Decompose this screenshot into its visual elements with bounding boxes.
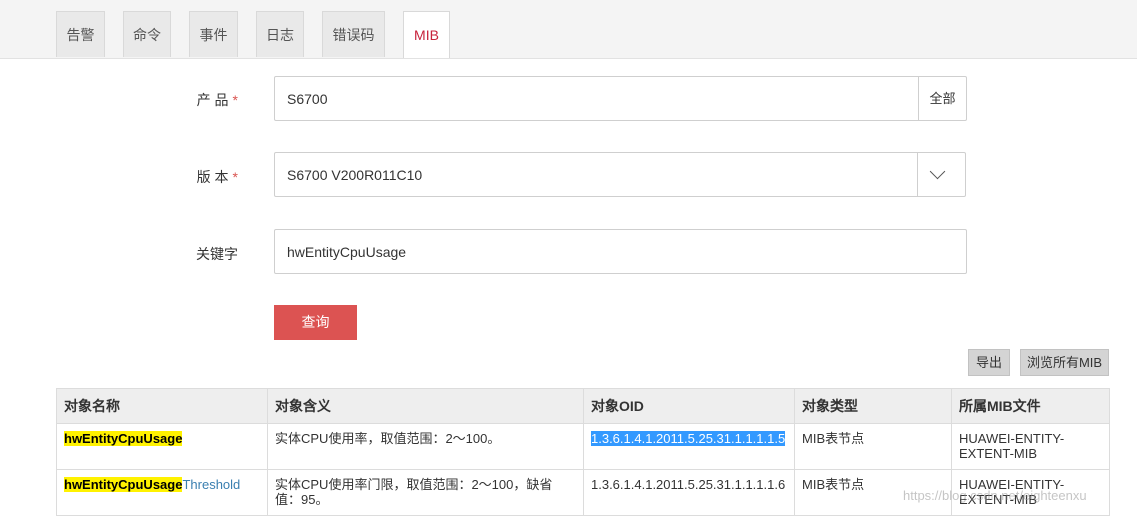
table-header-row: 对象名称 对象含义 对象OID 对象类型 所属MIB文件 [56, 388, 1110, 424]
object-mib-file: HUAWEI-ENTITY-EXTENT-MIB [951, 423, 1110, 470]
header-mib-file: 所属MIB文件 [951, 388, 1110, 424]
version-label-text: 版 本 [196, 169, 229, 185]
tab-bar: 告警 命令 事件 日志 错误码 MIB [0, 0, 1137, 59]
product-required-mark: * [232, 92, 238, 108]
tab-log[interactable]: 日志 [256, 11, 304, 57]
keyword-input[interactable]: hwEntityCpuUsage [274, 229, 967, 274]
tab-error-code[interactable]: 错误码 [322, 11, 385, 57]
tab-mib[interactable]: MIB [403, 11, 450, 58]
version-required-mark: * [232, 169, 238, 185]
object-name-link[interactable]: hwEntityCpuUsageThreshold [56, 469, 268, 516]
keyword-highlight: hwEntityCpuUsage [64, 477, 183, 492]
object-oid: 1.3.6.1.4.1.2011.5.25.31.1.1.1.1.6 [583, 469, 795, 516]
selected-oid-text: 1.3.6.1.4.1.2011.5.25.31.1.1.1.1.5 [591, 431, 786, 446]
object-meaning: 实体CPU使用率门限，取值范围：2～100，缺省值：95。 [267, 469, 584, 516]
keyword-label: 关键字 [148, 244, 238, 264]
header-object-name: 对象名称 [56, 388, 268, 424]
tab-command[interactable]: 命令 [123, 11, 171, 57]
header-object-meaning: 对象含义 [267, 388, 584, 424]
header-object-oid: 对象OID [583, 388, 795, 424]
query-button[interactable]: 查询 [274, 305, 357, 340]
object-oid: 1.3.6.1.4.1.2011.5.25.31.1.1.1.1.5 [583, 423, 795, 470]
export-button[interactable]: 导出 [968, 349, 1010, 376]
version-select[interactable]: S6700 V200R011C10 [274, 152, 966, 197]
object-name-link[interactable]: hwEntityCpuUsage [56, 423, 268, 470]
keyword-highlight: hwEntityCpuUsage [64, 431, 183, 446]
browse-all-mib-button[interactable]: 浏览所有MIB [1020, 349, 1109, 376]
version-label: 版 本 * [148, 167, 238, 187]
object-type: MIB表节点 [794, 423, 952, 470]
keyword-value: hwEntityCpuUsage [287, 244, 407, 260]
watermark: https://blog.csdn.net/eighteenxu [903, 488, 1087, 503]
tab-alarm[interactable]: 告警 [56, 11, 105, 57]
product-label: 产 品 * [148, 90, 238, 110]
keyword-label-text: 关键字 [196, 246, 238, 262]
version-value: S6700 V200R011C10 [287, 167, 423, 183]
chevron-down-icon [929, 163, 946, 180]
header-object-type: 对象类型 [794, 388, 952, 424]
product-field[interactable]: S6700 全部 [274, 76, 967, 121]
table-row: hwEntityCpuUsage 实体CPU使用率，取值范围：2～100。 1.… [56, 423, 1110, 470]
version-dropdown-toggle[interactable] [917, 153, 965, 196]
product-value: S6700 [287, 91, 328, 107]
product-label-text: 产 品 [196, 92, 229, 108]
all-products-button[interactable]: 全部 [918, 77, 966, 120]
tab-event[interactable]: 事件 [189, 11, 238, 57]
object-name-suffix: Threshold [182, 477, 241, 492]
object-meaning: 实体CPU使用率，取值范围：2～100。 [267, 423, 584, 470]
